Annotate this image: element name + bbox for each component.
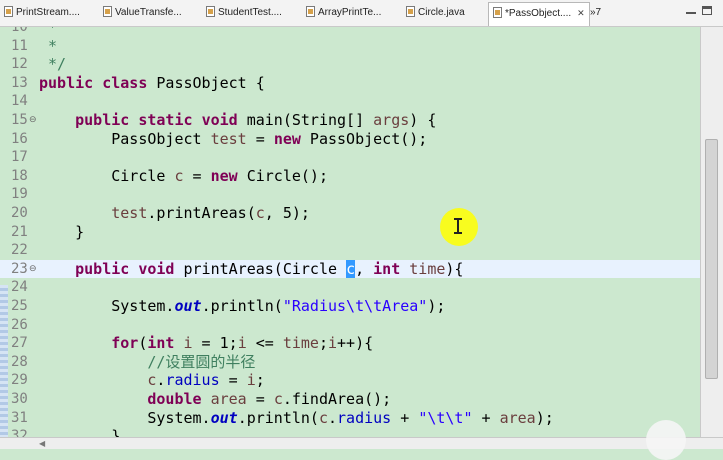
code-line[interactable]: 31 System.out.println(c.radius + "\t\t" … [0,409,700,428]
code-text[interactable]: //设置圆的半径 [39,353,255,372]
code-text[interactable]: public class PassObject { [39,74,265,93]
line-number: 29 [11,372,28,389]
line-number: 16 [11,130,28,147]
overlay-badge [646,420,686,460]
code-line[interactable]: 19 [0,185,700,204]
code-line[interactable]: 29 c.radius = i; [0,371,700,390]
java-file-icon [103,6,112,17]
line-number: 20 [11,205,28,221]
java-file-icon [206,6,215,17]
tab-label: *PassObject.... [505,8,572,19]
vertical-scrollbar[interactable] [700,27,723,437]
code-line[interactable]: 23 ⊖ public void printAreas(Circle c, int… [0,259,700,279]
code-line[interactable]: 11 * [0,37,700,56]
maximize-icon[interactable] [702,6,712,15]
horizontal-scrollbar[interactable]: ◀ [0,437,723,449]
code-line[interactable]: 18 Circle c = new Circle(); [0,167,700,186]
code-text[interactable]: System.out.println(c.radius + "\t\t" + a… [39,409,553,428]
line-number: 10 [11,27,28,35]
line-number: 14 [11,93,28,110]
code-text[interactable]: } [39,223,84,242]
code-line[interactable]: 17 [0,148,700,167]
code-line[interactable]: 15 ⊖ public static void main(String[] arg… [0,111,700,130]
code-line[interactable]: 13 public class PassObject { [0,74,700,93]
code-text[interactable]: } [39,427,120,437]
code-text[interactable]: * [39,37,57,56]
code-text[interactable]: double area = c.findArea(); [39,390,391,409]
code-line[interactable]: 27 for(int i = 1;i <= time;i++){ [0,334,700,353]
code-line[interactable]: 26 [0,316,700,335]
code-line[interactable]: 14 [0,92,700,111]
java-file-icon [493,7,502,18]
line-number: 22 [11,242,28,259]
line-number: 25 [11,298,28,314]
line-number: 24 [11,279,28,296]
line-number: 30 [11,391,28,407]
tab-1[interactable]: ValueTransfe... [103,3,182,23]
line-number: 32 [11,428,28,437]
code-line[interactable]: 24 [0,278,700,297]
line-number: 31 [11,409,28,426]
editor-tab-bar: PrintStream.... ValueTransfe... StudentTes… [0,0,723,27]
code-line[interactable]: 10 * [0,27,700,37]
line-number: 12 [11,56,28,73]
code-text[interactable]: public static void main(String[] args) { [39,111,436,130]
line-number: 19 [11,186,28,203]
code-text[interactable]: */ [39,55,66,74]
vertical-scrollbar-thumb[interactable] [705,139,718,379]
code-text[interactable]: public void printAreas(Circle c, int tim… [39,259,463,279]
code-editor[interactable]: 10 * 11 * 12 */13 public class PassObject {… [0,27,700,437]
java-file-icon [406,6,415,17]
tab-label: StudentTest.... [218,7,282,18]
code-text[interactable]: PassObject test = new PassObject(); [39,130,427,149]
code-line[interactable]: 30 double area = c.findArea(); [0,390,700,409]
line-number: 13 [11,74,28,91]
tab-overflow-button[interactable]: »7 [590,3,601,23]
close-tab-icon[interactable]: ✕ [577,3,585,23]
tab-5[interactable]: *PassObject.... ✕ [488,2,590,26]
minimize-icon[interactable] [686,6,696,14]
mouse-cursor-highlight [440,208,478,246]
code-line[interactable]: 12 */ [0,55,700,74]
tab-3[interactable]: ArrayPrintTe... [306,3,381,23]
line-number: 18 [11,167,28,184]
code-text[interactable]: c.radius = i; [39,371,264,390]
code-line[interactable]: 22 [0,241,700,260]
code-line[interactable]: 32 } [0,427,700,437]
fold-toggle-icon[interactable]: ⊖ [29,264,37,274]
code-text[interactable]: test.printAreas(c, 5); [39,204,310,223]
tab-label: ValueTransfe... [115,7,182,18]
code-line[interactable]: 25 System.out.println("Radius\t\tArea"); [0,297,700,316]
tab-label: PrintStream.... [16,7,80,18]
fold-toggle-icon[interactable]: ⊖ [29,116,37,125]
tab-2[interactable]: StudentTest.... [206,3,282,23]
line-number: 11 [11,37,28,54]
code-line[interactable]: 28 //设置圆的半径 [0,353,700,372]
code-line[interactable]: 20 test.printAreas(c, 5); [0,204,700,223]
code-line[interactable]: 16 PassObject test = new PassObject(); [0,130,700,149]
line-number: 28 [11,353,28,370]
scroll-left-icon[interactable]: ◀ [39,439,45,448]
code-text[interactable]: Circle c = new Circle(); [39,167,328,186]
tab-0[interactable]: PrintStream.... [4,3,80,23]
code-text[interactable]: System.out.println("Radius\t\tArea"); [39,297,445,316]
code-text[interactable]: for(int i = 1;i <= time;i++){ [39,334,373,353]
tab-label: Circle.java [418,7,465,18]
java-file-icon [306,6,315,17]
tab-4[interactable]: Circle.java [406,3,465,23]
tab-label: ArrayPrintTe... [318,7,382,18]
line-number: 17 [11,149,28,166]
java-file-icon [4,6,13,17]
line-number: 27 [11,335,28,352]
line-number: 21 [11,223,28,240]
line-number: 26 [11,316,28,333]
code-line[interactable]: 21 } [0,223,700,242]
code-text[interactable]: * [39,27,57,37]
text-cursor-icon [454,218,462,234]
